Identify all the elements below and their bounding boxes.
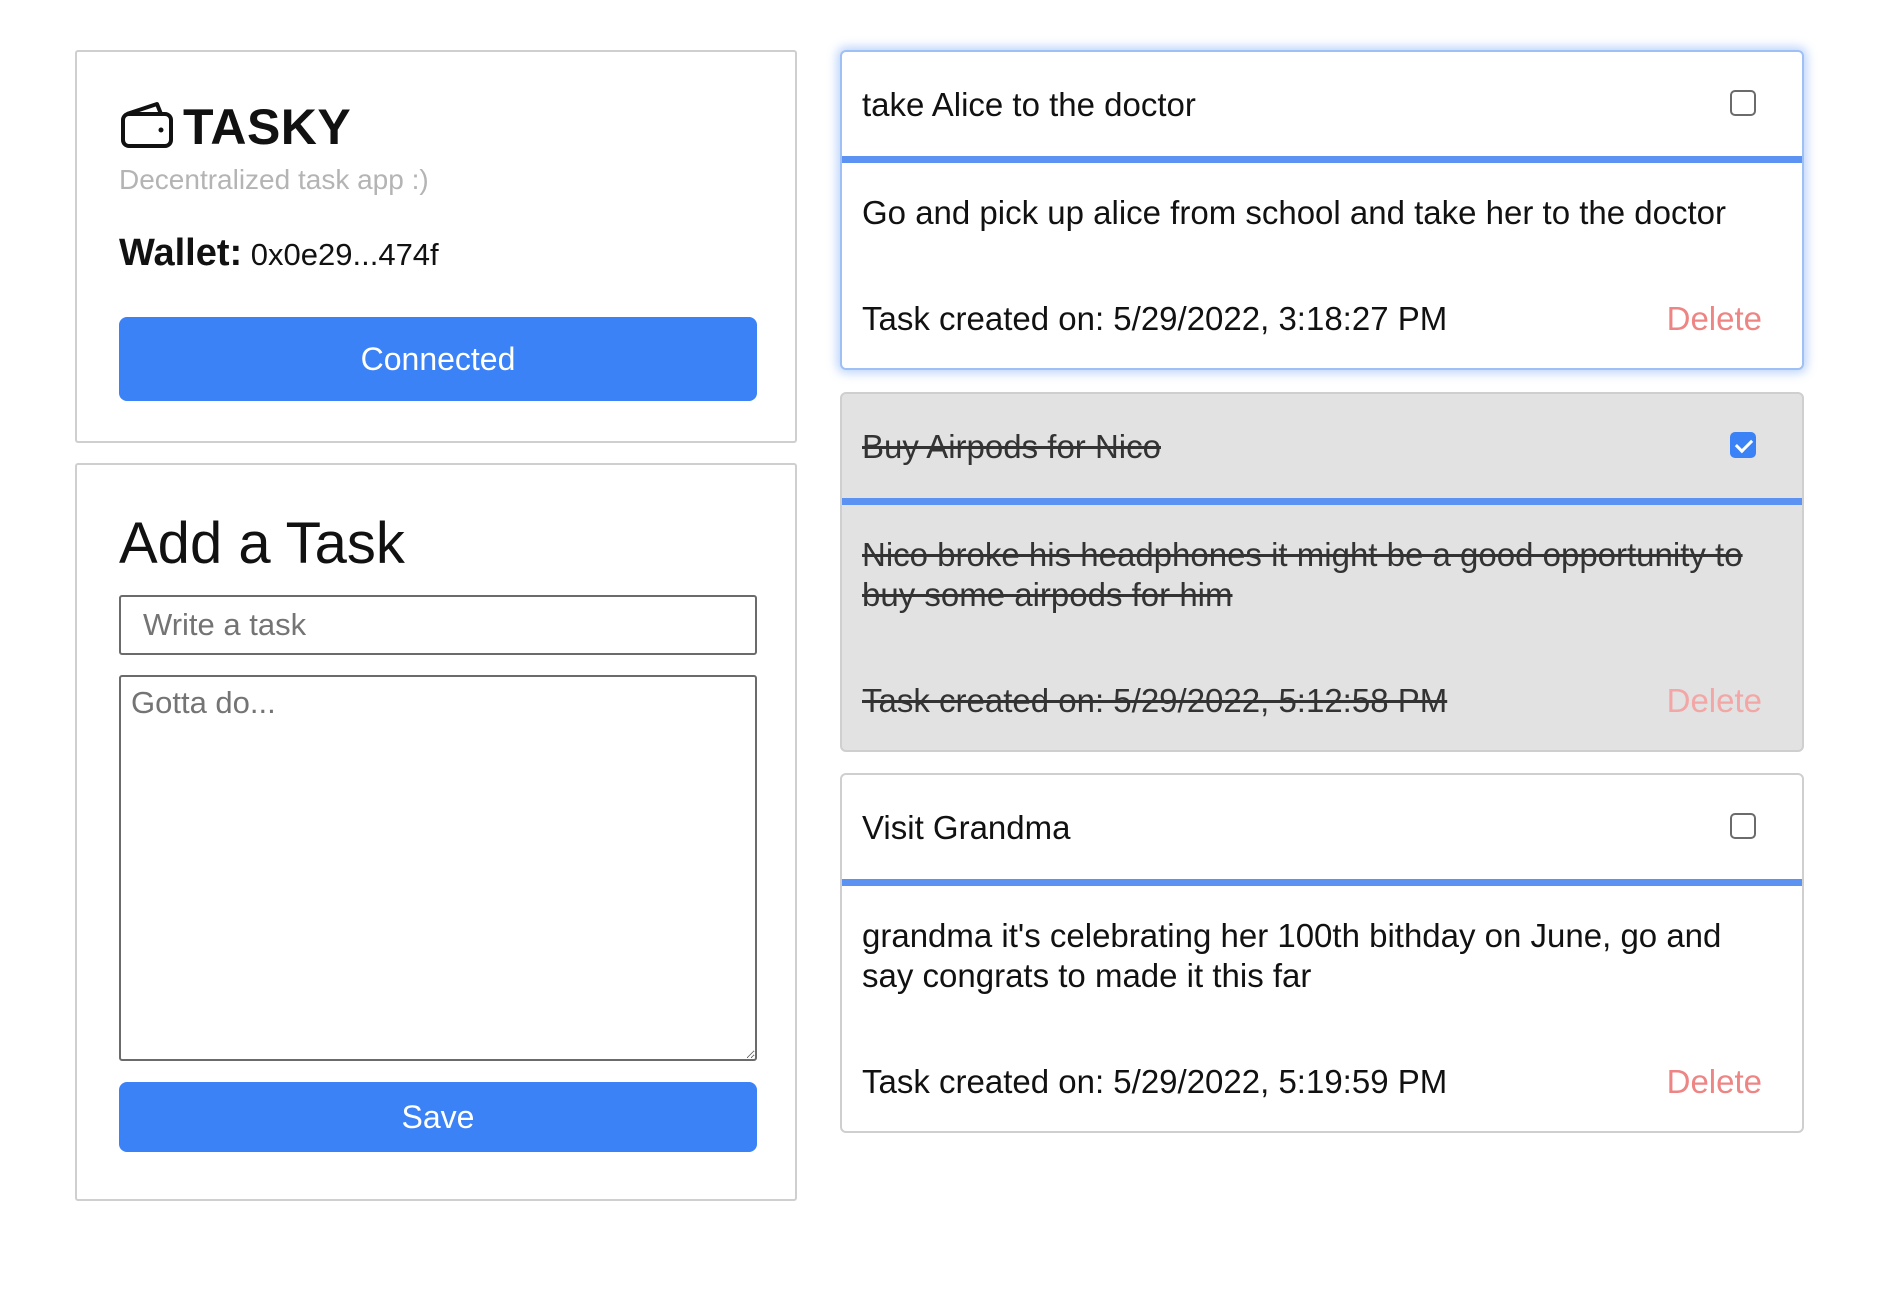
add-task-panel: Add a Task Save bbox=[75, 463, 797, 1201]
task-complete-checkbox[interactable] bbox=[1730, 432, 1756, 458]
task-created-date: Task created on: 5/29/2022, 5:12:58 PM bbox=[862, 682, 1448, 719]
task-card: Buy Airpods for Nico Nico broke his head… bbox=[840, 392, 1804, 752]
delete-task-link[interactable]: Delete bbox=[1667, 682, 1762, 720]
task-card-header: Visit Grandma bbox=[842, 775, 1802, 886]
wallet-icon bbox=[119, 100, 175, 155]
task-card: Visit Grandma grandma it's celebrating h… bbox=[840, 773, 1804, 1133]
brand-tagline: Decentralized task app :) bbox=[119, 164, 429, 195]
task-description: Go and pick up alice from school and tak… bbox=[862, 194, 1726, 231]
task-title: Buy Airpods for Nico bbox=[862, 428, 1161, 465]
task-card-header: take Alice to the doctor bbox=[842, 52, 1802, 163]
brand-logo: TASKY bbox=[119, 98, 351, 156]
add-task-heading: Add a Task bbox=[119, 511, 405, 576]
wallet-address: 0x0e29...474f bbox=[250, 237, 439, 272]
task-complete-checkbox[interactable] bbox=[1730, 813, 1756, 839]
task-complete-checkbox[interactable] bbox=[1730, 90, 1756, 116]
task-description-textarea[interactable] bbox=[119, 675, 757, 1061]
wallet-label: Wallet: bbox=[119, 232, 243, 274]
connect-wallet-button[interactable]: Connected bbox=[119, 317, 757, 401]
task-title: take Alice to the doctor bbox=[862, 86, 1196, 123]
brand-title: TASKY bbox=[183, 99, 352, 155]
task-title: Visit Grandma bbox=[862, 809, 1071, 846]
task-created-date: Task created on: 5/29/2022, 5:19:59 PM bbox=[862, 1063, 1448, 1100]
task-description: grandma it's celebrating her 100th bithd… bbox=[862, 917, 1722, 994]
delete-task-link[interactable]: Delete bbox=[1667, 300, 1762, 338]
brand-panel: TASKY Decentralized task app :) Wallet: … bbox=[75, 50, 797, 443]
task-title-input[interactable] bbox=[119, 595, 757, 655]
task-created-date: Task created on: 5/29/2022, 3:18:27 PM bbox=[862, 300, 1448, 337]
delete-task-link[interactable]: Delete bbox=[1667, 1063, 1762, 1101]
save-task-button[interactable]: Save bbox=[119, 1082, 757, 1152]
task-description: Nico broke his headphones it might be a … bbox=[862, 536, 1743, 613]
task-card: take Alice to the doctor Go and pick up … bbox=[840, 50, 1804, 370]
task-card-header: Buy Airpods for Nico bbox=[842, 394, 1802, 505]
wallet-info: Wallet: 0x0e29...474f bbox=[119, 232, 439, 275]
